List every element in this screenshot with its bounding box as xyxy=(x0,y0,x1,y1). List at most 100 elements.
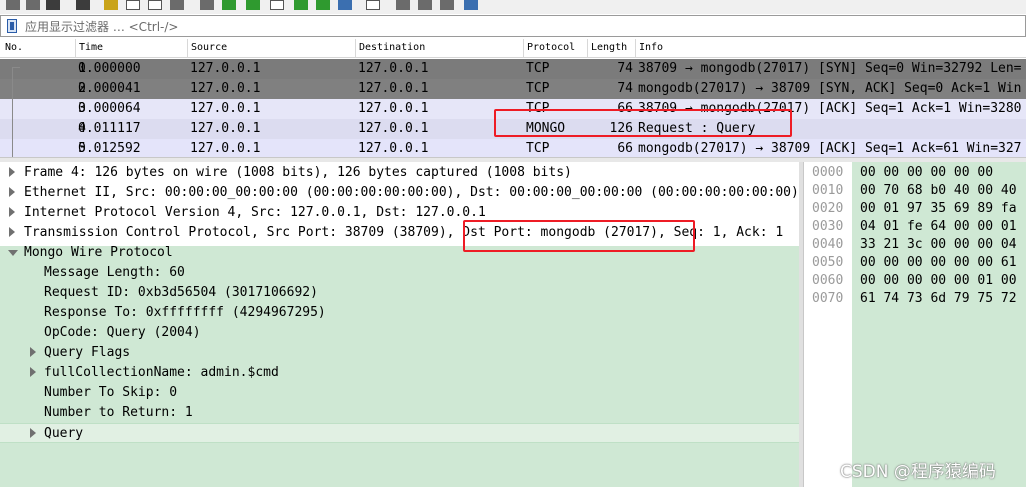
open-file-icon[interactable] xyxy=(104,0,118,10)
column-header-info[interactable]: Info xyxy=(635,39,663,58)
detail-row-request-id[interactable]: Request ID: 0xb3d56504 (3017106692) xyxy=(0,283,799,303)
detail-text: OpCode: Query (2004) xyxy=(44,325,201,340)
byte-hex[interactable]: 00 01 97 35 69 89 fa xyxy=(860,201,1017,216)
detail-row-mongo[interactable]: Mongo Wire Protocol xyxy=(0,243,799,263)
byte-hex[interactable]: 00 00 00 00 00 01 00 xyxy=(860,273,1017,288)
bytes-row: 0050 00 00 00 00 00 00 61 xyxy=(804,253,1026,273)
detail-row-query[interactable]: Query xyxy=(0,423,799,443)
detail-text: Transmission Control Protocol, Src Port:… xyxy=(24,225,784,240)
packet-info: 38709 → mongodb(27017) [SYN] Seq=0 Win=3… xyxy=(638,61,1022,76)
go-back-icon[interactable] xyxy=(222,0,236,10)
byte-hex[interactable]: 00 00 00 00 00 00 xyxy=(860,165,993,180)
detail-row-number-to-return[interactable]: Number to Return: 1 xyxy=(0,403,799,423)
detail-text: fullCollectionName: admin.$cmd xyxy=(44,365,279,380)
packet-info: mongodb(27017) → 38709 [ACK] Seq=1 Ack=6… xyxy=(638,141,1022,156)
detail-text: Ethernet II, Src: 00:00:00_00:00:00 (00:… xyxy=(24,185,799,200)
packet-info: mongodb(27017) → 38709 [SYN, ACK] Seq=0 … xyxy=(638,81,1022,96)
packet-bytes-pane[interactable]: 0000 00 00 00 00 00 00 0010 00 70 68 b0 … xyxy=(803,162,1026,487)
column-header-source[interactable]: Source xyxy=(187,39,227,58)
bookmark-icon[interactable] xyxy=(7,19,17,33)
packet-row[interactable]: 3 0.000064 127.0.0.1 127.0.0.1 TCP 66 38… xyxy=(0,99,1026,119)
stop-capture-icon[interactable] xyxy=(26,0,40,10)
restart-capture-icon[interactable] xyxy=(46,0,60,10)
detail-text: Internet Protocol Version 4, Src: 127.0.… xyxy=(24,205,486,220)
byte-hex[interactable]: 33 21 3c 00 00 00 04 xyxy=(860,237,1017,252)
detail-row-query-flags[interactable]: Query Flags xyxy=(0,343,799,363)
go-to-packet-icon[interactable] xyxy=(270,0,284,10)
detail-row-ethernet[interactable]: Ethernet II, Src: 00:00:00_00:00:00 (00:… xyxy=(0,183,799,203)
zoom-normal-icon[interactable] xyxy=(440,0,454,10)
detail-row-message-length[interactable]: Message Length: 60 xyxy=(0,263,799,283)
detail-text: Mongo Wire Protocol xyxy=(24,245,173,260)
watermark: CSDN @程序猿编码 xyxy=(840,462,996,482)
bytes-row: 0020 00 01 97 35 69 89 fa xyxy=(804,199,1026,219)
detail-row-number-to-skip[interactable]: Number To Skip: 0 xyxy=(0,383,799,403)
detail-row-frame[interactable]: Frame 4: 126 bytes on wire (1008 bits), … xyxy=(0,163,799,183)
byte-hex[interactable]: 00 70 68 b0 40 00 40 xyxy=(860,183,1017,198)
expand-arrow-icon[interactable] xyxy=(9,187,15,197)
bytes-row: 0070 61 74 73 6d 79 75 72 xyxy=(804,289,1026,309)
display-filter-input[interactable]: 应用显示过滤器 … <Ctrl-/> xyxy=(25,18,178,35)
display-filter-bar[interactable]: 应用显示过滤器 … <Ctrl-/> xyxy=(0,15,1026,37)
packet-length: 126 xyxy=(609,121,633,136)
expand-arrow-icon[interactable] xyxy=(30,367,36,377)
go-first-packet-icon[interactable] xyxy=(294,0,308,10)
expand-arrow-icon[interactable] xyxy=(9,207,15,217)
packet-row[interactable]: 2 0.000041 127.0.0.1 127.0.0.1 TCP 74 mo… xyxy=(0,79,1026,99)
bytes-row: 0000 00 00 00 00 00 00 xyxy=(804,163,1026,183)
bytes-row: 0010 00 70 68 b0 40 00 40 xyxy=(804,181,1026,201)
column-header-no[interactable]: No. xyxy=(5,42,23,53)
expand-arrow-icon[interactable] xyxy=(9,167,15,177)
byte-offset: 0040 xyxy=(812,237,844,252)
close-file-icon[interactable] xyxy=(148,0,162,10)
reload-file-icon[interactable] xyxy=(170,0,184,10)
byte-hex[interactable]: 61 74 73 6d 79 75 72 xyxy=(860,291,1017,306)
detail-text: Number To Skip: 0 xyxy=(44,385,178,400)
bytes-row: 0030 04 01 fe 64 00 00 01 xyxy=(804,217,1026,237)
byte-offset: 0000 xyxy=(812,165,844,180)
zoom-out-icon[interactable] xyxy=(418,0,432,10)
detail-text: Number to Return: 1 xyxy=(44,405,193,420)
find-packet-icon[interactable] xyxy=(200,0,214,10)
resize-columns-icon[interactable] xyxy=(464,0,478,10)
expand-arrow-icon[interactable] xyxy=(30,428,36,438)
detail-text: Query xyxy=(44,426,84,441)
byte-offset: 0070 xyxy=(812,291,844,306)
byte-hex[interactable]: 00 00 00 00 00 00 61 xyxy=(860,255,1017,270)
column-header-time[interactable]: Time xyxy=(75,39,103,58)
bytes-row: 0040 33 21 3c 00 00 00 04 xyxy=(804,235,1026,255)
packet-list[interactable]: No. Time Source Destination Protocol Len… xyxy=(0,39,1026,157)
detail-text: Frame 4: 126 bytes on wire (1008 bits), … xyxy=(24,165,572,180)
packet-row[interactable]: 5 0.012592 127.0.0.1 127.0.0.1 TCP 66 mo… xyxy=(0,139,1026,157)
detail-row-tcp[interactable]: Transmission Control Protocol, Src Port:… xyxy=(0,223,799,243)
save-file-icon[interactable] xyxy=(126,0,140,10)
detail-row-response-to[interactable]: Response To: 0xffffffff (4294967295) xyxy=(0,303,799,323)
go-forward-icon[interactable] xyxy=(246,0,260,10)
packet-length: 74 xyxy=(617,81,633,96)
detail-row-full-collection-name[interactable]: fullCollectionName: admin.$cmd xyxy=(0,363,799,383)
collapse-arrow-icon[interactable] xyxy=(8,250,18,256)
conversation-bracket xyxy=(12,67,13,157)
packet-details-pane[interactable]: Frame 4: 126 bytes on wire (1008 bits), … xyxy=(0,162,799,487)
capture-options-icon[interactable] xyxy=(76,0,90,10)
packet-row[interactable]: 1 0.000000 127.0.0.1 127.0.0.1 TCP 74 38… xyxy=(0,59,1026,79)
column-header-destination[interactable]: Destination xyxy=(355,39,425,58)
go-last-packet-icon[interactable] xyxy=(316,0,330,10)
expand-arrow-icon[interactable] xyxy=(30,347,36,357)
shark-fin-start-icon[interactable] xyxy=(6,0,20,10)
column-header-length[interactable]: Length xyxy=(587,39,627,58)
byte-offset: 0010 xyxy=(812,183,844,198)
column-header-protocol[interactable]: Protocol xyxy=(523,39,575,58)
auto-scroll-icon[interactable] xyxy=(338,0,352,10)
byte-offset: 0060 xyxy=(812,273,844,288)
zoom-in-icon[interactable] xyxy=(396,0,410,10)
detail-row-ip[interactable]: Internet Protocol Version 4, Src: 127.0.… xyxy=(0,203,799,223)
colorize-icon[interactable] xyxy=(366,0,380,10)
byte-hex[interactable]: 04 01 fe 64 00 00 01 xyxy=(860,219,1017,234)
packet-row-selected[interactable]: 4 0.011117 127.0.0.1 127.0.0.1 MONGO 126… xyxy=(0,119,1026,139)
packet-length: 66 xyxy=(617,101,633,116)
byte-offset: 0020 xyxy=(812,201,844,216)
detail-row-opcode[interactable]: OpCode: Query (2004) xyxy=(0,323,799,343)
expand-arrow-icon[interactable] xyxy=(9,227,15,237)
bytes-row: 0060 00 00 00 00 00 01 00 xyxy=(804,271,1026,291)
